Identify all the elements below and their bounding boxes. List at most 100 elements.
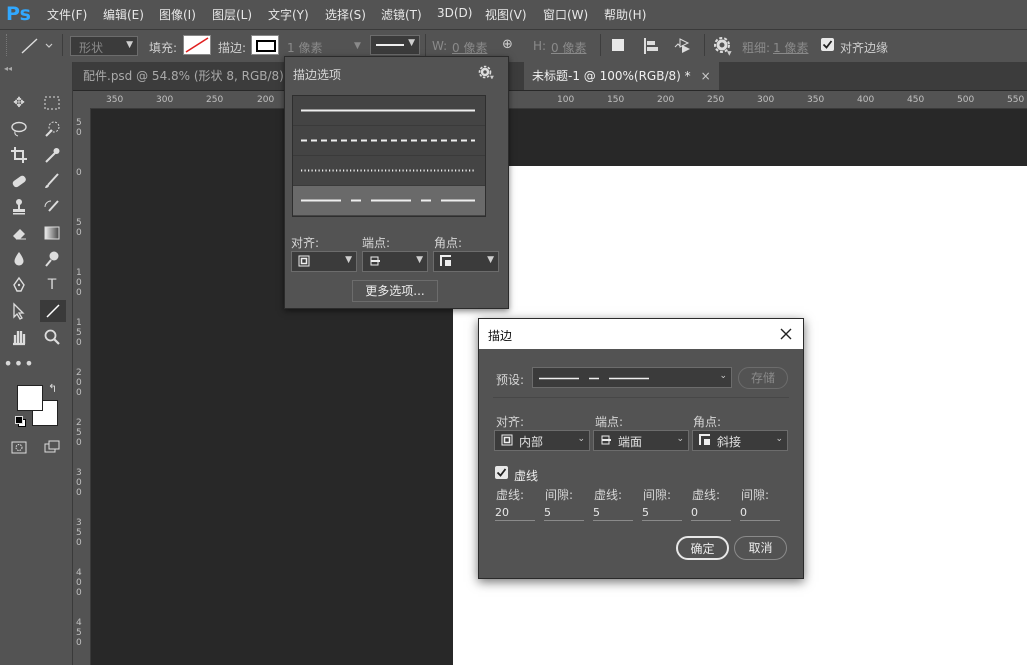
healing-brush-tool-icon[interactable] — [7, 170, 31, 192]
eraser-tool-icon[interactable] — [7, 222, 31, 244]
ok-button[interactable]: 确定 — [676, 536, 729, 560]
dash-label: 虚线: — [692, 488, 721, 502]
fill-swatch[interactable] — [183, 35, 211, 55]
shape-mode-select[interactable]: 形状 ▼ — [70, 36, 138, 56]
swap-colors-icon[interactable]: ↰ — [48, 382, 57, 395]
eyedropper-tool-icon[interactable] — [40, 144, 64, 166]
menu-type[interactable]: 文字(Y) — [268, 6, 309, 23]
caps-select[interactable]: 端面 ⌄ — [593, 430, 689, 451]
more-tools-icon[interactable]: ••• — [3, 352, 33, 374]
quick-mask-icon[interactable] — [7, 436, 31, 458]
blur-tool-icon[interactable] — [7, 248, 31, 270]
lasso-tool-icon[interactable] — [7, 118, 31, 140]
screen-mode-icon[interactable] — [40, 436, 64, 458]
hand-tool-icon[interactable] — [7, 326, 31, 348]
height-input[interactable]: 0 像素 — [551, 39, 586, 56]
line-tool-icon[interactable] — [40, 300, 66, 322]
dash-input[interactable]: 20 — [495, 506, 535, 521]
foreground-color-swatch[interactable] — [17, 385, 43, 411]
cancel-button[interactable]: 取消 — [734, 536, 787, 560]
document-tab[interactable]: 配件.psd @ 54.8% (形状 8, RGB/8) — [75, 62, 292, 90]
options-grip[interactable] — [6, 34, 13, 56]
menu-view[interactable]: 视图(V) — [485, 6, 527, 23]
butt-cap-icon — [601, 435, 611, 445]
app-logo: Ps — [6, 3, 31, 25]
gap-input[interactable]: 0 — [740, 506, 780, 521]
stroke-type-select[interactable]: ▼ — [370, 35, 420, 55]
stroke-width-value[interactable]: 1 像素 — [287, 39, 322, 56]
close-icon[interactable] — [780, 328, 792, 340]
type-tool-icon[interactable]: T — [40, 274, 64, 296]
dialog-title: 描边 — [488, 329, 513, 343]
dashed-checkbox[interactable] — [495, 466, 508, 479]
history-brush-tool-icon[interactable] — [40, 196, 64, 218]
align-label: 对齐: — [496, 415, 525, 429]
stroke-swatch[interactable] — [251, 35, 279, 55]
weight-input[interactable]: 1 像素 — [773, 39, 808, 56]
marquee-tool-icon[interactable] — [40, 92, 64, 114]
menu-select[interactable]: 选择(S) — [325, 6, 366, 23]
path-arrangement-icon[interactable] — [674, 36, 696, 56]
gap-input[interactable]: 5 — [642, 506, 682, 521]
vertical-ruler[interactable]: 5 0 0 5 0 1 0 0 1 5 0 2 0 0 2 5 0 3 0 0 … — [73, 108, 91, 665]
dodge-tool-icon[interactable] — [40, 248, 64, 270]
link-icon[interactable]: ⊕ — [502, 37, 513, 52]
dialog-titlebar[interactable]: 描边 — [479, 319, 803, 349]
ruler-tick-label: 250 — [206, 95, 224, 105]
pen-tool-icon[interactable] — [7, 274, 31, 296]
menu-file[interactable]: 文件(F) — [47, 6, 87, 23]
dash-input[interactable]: 0 — [691, 506, 731, 521]
gap-input[interactable]: 5 — [544, 506, 584, 521]
weight-label: 粗细: — [742, 41, 771, 55]
separator — [425, 34, 426, 56]
align-select[interactable]: 内部 ⌄ — [494, 430, 590, 451]
align-edges-label: 对齐边缘 — [840, 41, 889, 55]
preset-solid[interactable] — [293, 96, 485, 126]
more-options-button[interactable]: 更多选项... — [352, 280, 438, 302]
preset-select[interactable]: ⌄ — [532, 367, 732, 388]
corners-select[interactable]: ▼ — [433, 251, 499, 272]
collapse-panel-icon[interactable]: ◂◂ — [4, 64, 12, 73]
crop-tool-icon[interactable] — [7, 144, 31, 166]
corners-select[interactable]: 斜接 ⌄ — [692, 430, 788, 451]
save-preset-button[interactable]: 存储 — [738, 367, 788, 389]
quick-selection-tool-icon[interactable] — [40, 118, 64, 140]
path-selection-tool-icon[interactable] — [7, 300, 31, 322]
menu-edit[interactable]: 编辑(E) — [103, 6, 144, 23]
preset-dotted[interactable] — [293, 156, 485, 186]
menu-filter[interactable]: 滤镜(T) — [381, 6, 422, 23]
caps-value: 端面 — [618, 435, 643, 449]
dash-input[interactable]: 5 — [593, 506, 633, 521]
horizontal-ruler[interactable]: 350 300 250 200 100 150 200 250 300 350 … — [91, 91, 1027, 109]
menu-3d[interactable]: 3D(D) — [437, 6, 472, 20]
preset-custom-dash[interactable] — [293, 186, 485, 215]
preset-dashed[interactable] — [293, 126, 485, 156]
clone-stamp-tool-icon[interactable] — [7, 196, 31, 218]
align-select[interactable]: ▼ — [291, 251, 357, 272]
chevron-down-icon[interactable]: ▼ — [354, 41, 361, 51]
path-operations-icon[interactable] — [612, 39, 624, 51]
menu-image[interactable]: 图像(I) — [159, 6, 196, 23]
gradient-tool-icon[interactable] — [40, 222, 64, 244]
menu-help[interactable]: 帮助(H) — [604, 6, 646, 23]
menu-layer[interactable]: 图层(L) — [212, 6, 252, 23]
zoom-tool-icon[interactable] — [40, 326, 64, 348]
path-alignment-icon[interactable] — [642, 37, 660, 55]
document-tab-active[interactable]: 未标题-1 @ 100%(RGB/8) * × — [524, 62, 719, 90]
gear-icon[interactable]: ▼ — [713, 36, 733, 56]
caps-label: 端点: — [362, 236, 391, 250]
default-colors-icon[interactable] — [15, 416, 26, 427]
svg-text:▼: ▼ — [490, 75, 494, 79]
ruler-tick-label: 3 0 0 — [76, 468, 82, 498]
menu-window[interactable]: 窗口(W) — [543, 6, 588, 23]
ruler-tick-label: 0 — [76, 168, 82, 178]
brush-tool-icon[interactable] — [40, 170, 64, 192]
tool-preset-picker[interactable] — [20, 36, 56, 56]
width-input[interactable]: 0 像素 — [452, 39, 487, 56]
caps-select[interactable]: ▼ — [362, 251, 428, 272]
tab-close-icon[interactable]: × — [701, 62, 711, 90]
align-edges-checkbox[interactable] — [821, 38, 834, 51]
move-tool-icon[interactable]: ✥ — [7, 92, 31, 114]
gear-icon[interactable]: ▼ — [478, 65, 496, 79]
caps-label: 端点: — [595, 415, 624, 429]
